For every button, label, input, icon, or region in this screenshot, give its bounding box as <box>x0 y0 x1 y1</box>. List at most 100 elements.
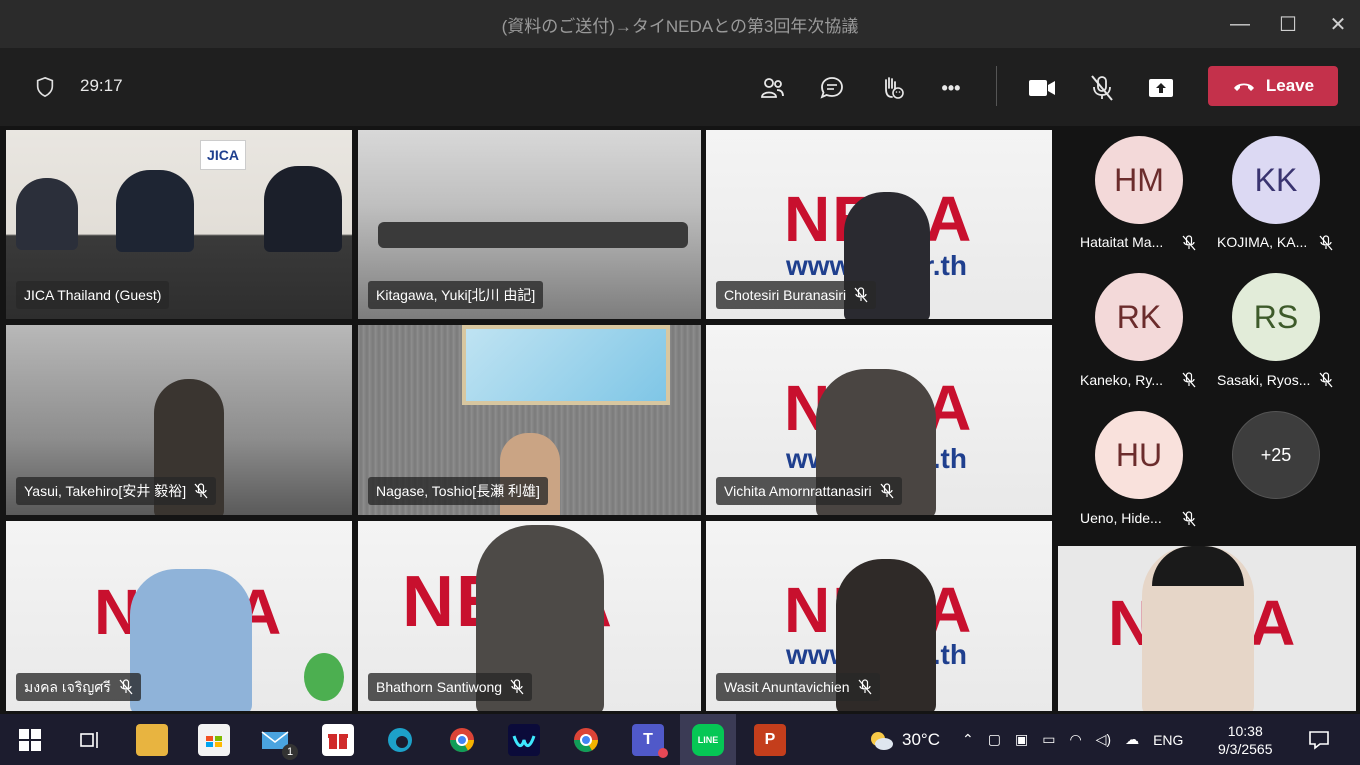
tile-name-label: Nagase, Toshio[長瀬 利雄] <box>368 477 548 505</box>
screen-share-icon[interactable]: ▣ <box>1015 731 1028 748</box>
gift-icon[interactable] <box>322 724 354 756</box>
jica-logo: JICA <box>200 140 246 170</box>
people-icon <box>761 78 784 98</box>
mic-off-icon <box>854 287 868 303</box>
language-indicator[interactable]: ENG <box>1153 732 1183 748</box>
title-bar: (資料のご送付)→タイNEDAとの第3回年次協議 — ☐ ✕ <box>0 0 1360 48</box>
notifications-icon[interactable] <box>1308 714 1330 765</box>
meeting-toolbar: 29:17 ••• Leave <box>0 48 1360 126</box>
weather-widget[interactable]: 30°C <box>868 714 940 765</box>
windows-logo-icon <box>19 729 41 751</box>
more-options-button[interactable]: ••• <box>931 68 971 108</box>
mic-off-icon <box>119 679 133 695</box>
chrome-icon-2[interactable] <box>570 724 602 756</box>
meet-now-icon[interactable]: ▢ <box>988 731 1001 748</box>
powerpoint-icon[interactable]: P <box>754 724 786 756</box>
shield-icon[interactable] <box>34 76 56 98</box>
line-app-icon[interactable]: LINE <box>680 714 736 765</box>
avatar-rs[interactable]: RS <box>1232 273 1320 361</box>
mic-off-icon <box>1319 235 1333 251</box>
phone-hangup-icon <box>1233 83 1254 91</box>
battery-icon[interactable]: ▭ <box>1042 731 1055 748</box>
chat-button[interactable] <box>812 68 852 108</box>
mic-off-icon <box>194 483 208 499</box>
raise-hand-icon <box>885 77 904 99</box>
file-explorer-icon[interactable] <box>136 724 168 756</box>
mic-off-icon <box>1182 511 1196 527</box>
tile-name-label: Yasui, Takehiro[安井 毅裕] <box>16 477 217 505</box>
wall-painting <box>462 325 670 405</box>
video-tile-vichita[interactable]: NEDA www.ne .or.th Vichita Amornrattanas… <box>706 325 1052 515</box>
share-icon <box>1149 79 1173 97</box>
onedrive-icon[interactable]: ☁ <box>1125 731 1139 748</box>
roster-name: Kaneko, Ry... <box>1080 372 1164 388</box>
tile-name-label: มงคล เจริญศรี <box>16 673 141 701</box>
chevron-up-icon[interactable]: ⌃ <box>962 731 974 748</box>
more-participants-button[interactable]: +25 <box>1232 411 1320 499</box>
self-view-video[interactable]: NEDA <box>1058 546 1356 711</box>
reactions-button[interactable] <box>872 68 912 108</box>
participants-button[interactable] <box>752 68 792 108</box>
parrot-mascot-icon <box>304 653 344 701</box>
avatar-hu[interactable]: HU <box>1095 411 1183 499</box>
person-silhouette <box>116 170 194 252</box>
webex-icon[interactable] <box>508 724 540 756</box>
chat-icon <box>820 77 843 99</box>
wifi-icon[interactable]: ◠ <box>1069 731 1081 748</box>
tile-name-label: Chotesiri Buranasiri <box>716 281 877 309</box>
tile-name-label: Kitagawa, Yuki[北川 由記] <box>368 281 544 309</box>
video-tile-mongkol[interactable]: NEDA มงคล เจริญศรี <box>6 521 352 711</box>
maximize-icon[interactable]: ☐ <box>1263 0 1313 48</box>
person-silhouette <box>130 569 252 711</box>
mic-off-icon <box>858 679 872 695</box>
mic-off-icon <box>880 483 894 499</box>
roster-name: Sasaki, Ryos... <box>1217 372 1311 388</box>
store-icon[interactable] <box>198 724 230 756</box>
notification-dot <box>658 748 668 758</box>
system-tray: ⌃ ▢ ▣ ▭ ◠ ◁) ☁ ENG <box>962 714 1183 765</box>
participant-roster: HM Hataitat Ma... KK KOJIMA, KA... RK Ka… <box>1062 136 1356 546</box>
video-tile-wasit[interactable]: NEDA www.ne .or.th Wasit Anuntavichien <box>706 521 1052 711</box>
tile-name-label: Vichita Amornrattanasiri <box>716 477 902 505</box>
roster-name: Ueno, Hide... <box>1080 510 1162 526</box>
mic-off-icon <box>1091 75 1113 101</box>
roster-name: KOJIMA, KA... <box>1217 234 1308 250</box>
avatar-hm[interactable]: HM <box>1095 136 1183 224</box>
minimize-icon[interactable]: — <box>1215 0 1265 48</box>
leave-label: Leave <box>1265 76 1315 95</box>
video-tile-bhathorn[interactable]: NEDA Bhathorn Santiwong <box>358 521 701 711</box>
start-button[interactable] <box>14 724 46 756</box>
person-silhouette <box>16 178 78 250</box>
edge-icon[interactable] <box>384 724 416 756</box>
camera-button[interactable] <box>1022 68 1062 108</box>
tile-name-label: Bhathorn Santiwong <box>368 673 533 701</box>
mic-button[interactable] <box>1082 68 1122 108</box>
video-tile-chotesiri[interactable]: NEDA www.ne .or.th Chotesiri Buranasiri <box>706 130 1052 319</box>
conference-table <box>378 222 688 248</box>
avatar-kk[interactable]: KK <box>1232 136 1320 224</box>
mic-off-icon <box>1182 235 1196 251</box>
video-tile-yasui[interactable]: Yasui, Takehiro[安井 毅裕] <box>6 325 352 515</box>
cloudy-sun-icon <box>871 731 893 750</box>
video-tile-nagase[interactable]: Nagase, Toshio[長瀬 利雄] <box>358 325 701 515</box>
person-silhouette <box>264 166 342 252</box>
mail-badge: 1 <box>282 744 298 760</box>
share-button[interactable] <box>1141 68 1181 108</box>
chrome-icon[interactable] <box>446 724 478 756</box>
tile-name-label: JICA Thailand (Guest) <box>16 281 170 309</box>
camera-icon <box>1029 80 1055 96</box>
video-tile-jica[interactable]: JICA JICA Thailand (Guest) <box>6 130 352 319</box>
close-icon[interactable]: ✕ <box>1313 0 1360 48</box>
teams-icon[interactable]: T <box>632 724 668 758</box>
avatar-rk[interactable]: RK <box>1095 273 1183 361</box>
windows-taskbar: 1 T LINE P 30°C ⌃ ▢ ▣ ▭ ◠ ◁) ☁ ENG 10:38… <box>0 714 1360 765</box>
volume-icon[interactable]: ◁) <box>1096 731 1111 748</box>
video-tile-kitagawa[interactable]: Kitagawa, Yuki[北川 由記] <box>358 130 701 319</box>
window-title: (資料のご送付)→タイNEDAとの第3回年次協議 <box>501 16 859 36</box>
clock[interactable]: 10:38 9/3/2565 <box>1218 714 1273 765</box>
task-view-icon[interactable] <box>74 724 106 756</box>
mail-icon[interactable]: 1 <box>260 724 298 760</box>
tile-name-label: Wasit Anuntavichien <box>716 673 880 701</box>
mic-off-icon <box>1182 372 1196 388</box>
leave-button[interactable]: Leave <box>1208 66 1338 106</box>
